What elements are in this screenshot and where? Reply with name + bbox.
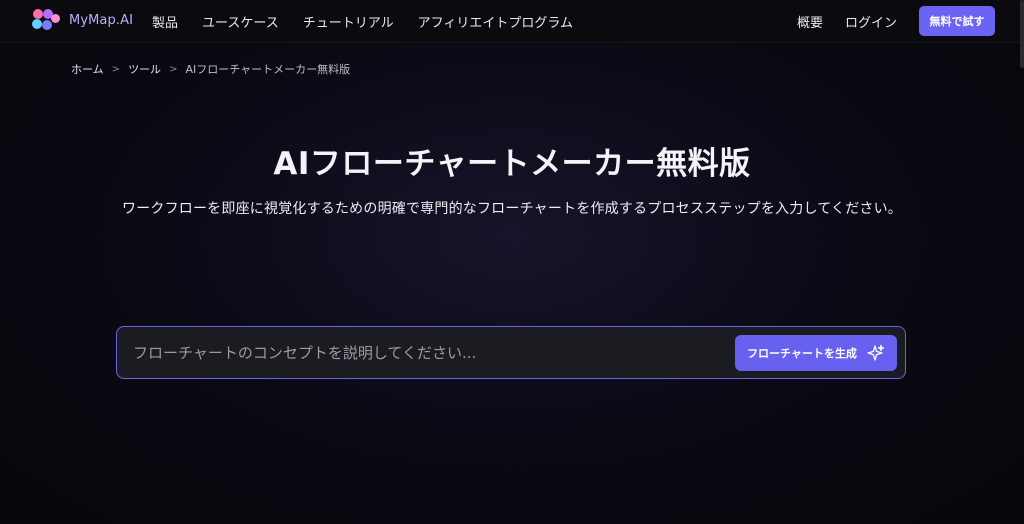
sparkle-icon [867, 344, 885, 362]
brand-name: MyMap.AI [69, 12, 134, 28]
breadcrumb-home[interactable]: ホーム [71, 61, 104, 77]
nav-link-use-cases[interactable]: ユースケース [202, 12, 279, 31]
top-navigation: MyMap.AI 製品 ユースケース チュートリアル アフィリエイトプログラム … [0, 0, 1024, 43]
nav-link-tutorials[interactable]: チュートリアル [303, 12, 394, 31]
nav-link-products[interactable]: 製品 [152, 12, 178, 31]
nav-actions: 概要 ログイン 無料で試す [797, 0, 995, 42]
scrollbar-thumb[interactable] [1020, 0, 1024, 68]
generate-flowchart-button[interactable]: フローチャートを生成 [735, 335, 897, 371]
flowchart-prompt-box: フローチャートを生成 [116, 326, 906, 379]
breadcrumb: ホーム > ツール > AIフローチャートメーカー無料版 [71, 61, 350, 77]
main-menu: 製品 ユースケース チュートリアル アフィリエイトプログラム [152, 0, 597, 42]
breadcrumb-separator: > [111, 63, 121, 75]
flowchart-concept-input[interactable] [133, 327, 723, 378]
breadcrumb-current: AIフローチャートメーカー無料版 [185, 63, 351, 76]
breadcrumb-separator: > [169, 63, 178, 75]
page-title: AIフローチャートメーカー無料版 [273, 146, 751, 182]
nav-link-overview[interactable]: 概要 [797, 12, 823, 31]
breadcrumb-tools[interactable]: ツール [128, 61, 161, 77]
free-trial-button[interactable]: 無料で試す [919, 6, 995, 36]
mymap-logo-icon [32, 9, 62, 31]
nav-link-affiliate[interactable]: アフィリエイトプログラム [418, 12, 573, 31]
generate-button-label: フローチャートを生成 [747, 347, 857, 360]
nav-link-login[interactable]: ログイン [845, 12, 897, 31]
page: MyMap.AI 製品 ユースケース チュートリアル アフィリエイトプログラム … [0, 0, 1024, 524]
logo[interactable]: MyMap.AI [32, 9, 133, 31]
page-subtitle: ワークフローを即座に視覚化するための明確で専門的なフローチャートを作成するプロセ… [121, 201, 903, 217]
